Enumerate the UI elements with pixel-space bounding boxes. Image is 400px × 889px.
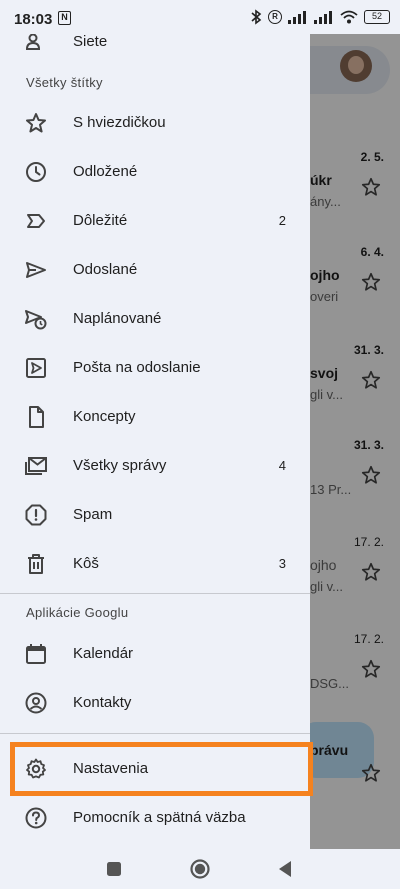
spam-icon — [25, 504, 47, 526]
drawer-item-label: Naplánované — [73, 310, 162, 327]
drawer-item-help[interactable]: Pomocník a spätná väzba — [0, 794, 310, 842]
drawer-item-label: S hviezdičkou — [73, 114, 166, 131]
drawer-item-sent[interactable]: Odoslané — [0, 246, 310, 294]
outbox-icon — [26, 358, 46, 378]
drawer-item-label: Pomocník a spätná väzba — [73, 809, 246, 826]
nfc-icon: N — [58, 11, 71, 25]
trash-icon — [28, 554, 44, 574]
drawer-item-spam[interactable]: Spam — [0, 491, 310, 539]
signal-icon-2 — [314, 11, 332, 24]
drawer-item-label: Dôležité — [73, 212, 128, 229]
drawer-item-calendar[interactable]: Kalendár — [0, 630, 310, 678]
wifi-icon — [340, 10, 358, 24]
status-time: 18:03 — [14, 11, 53, 28]
drawer-item-starred[interactable]: S hviezdičkou — [0, 99, 310, 147]
star-icon — [26, 113, 46, 133]
drawer-item-outbox[interactable]: Pošta na odoslanie — [0, 344, 310, 392]
home-icon[interactable] — [188, 857, 212, 881]
help-icon — [25, 807, 47, 829]
drawer-item-drafts[interactable]: Koncepty — [0, 393, 310, 441]
gear-icon — [26, 758, 46, 779]
signal-icon — [288, 11, 306, 24]
status-bar: 18:03 N R 52 — [0, 0, 400, 34]
drawer-item-label: Odoslané — [73, 261, 138, 278]
section-label-google-apps: Aplikácie Googlu — [26, 605, 129, 620]
registered-icon: R — [268, 10, 282, 24]
system-nav-bar — [0, 849, 400, 889]
status-icons: R 52 — [250, 9, 390, 25]
drawer-item-label: Nastavenia — [73, 760, 149, 777]
draft-icon — [29, 406, 44, 428]
drawer-item-all-mail[interactable]: Všetky správy 4 — [0, 442, 310, 490]
drawer-item-contacts[interactable]: Kontakty — [0, 679, 310, 727]
recents-icon[interactable] — [102, 857, 126, 881]
contacts-icon — [25, 692, 47, 714]
drawer-item-scheduled[interactable]: Naplánované — [0, 295, 310, 343]
divider — [0, 593, 310, 594]
drawer-item-settings[interactable]: Nastavenia — [0, 745, 310, 793]
divider — [0, 733, 310, 734]
battery-icon: 52 — [364, 10, 390, 24]
drawer-item-label: Kontakty — [73, 694, 132, 711]
drawer-item-trash[interactable]: Kôš 3 — [0, 540, 310, 588]
drawer-item-count: 2 — [278, 213, 286, 228]
drawer-item-label: Spam — [73, 506, 113, 523]
schedule-send-icon — [25, 310, 47, 330]
drawer-item-social[interactable]: Siete — [0, 34, 310, 66]
people-icon — [25, 34, 41, 50]
navigation-drawer: Siete Všetky štítky S hviezdičkou Odlože… — [0, 34, 310, 849]
calendar-icon — [26, 644, 46, 664]
drawer-item-label: Všetky správy — [73, 457, 167, 474]
all-mail-icon — [25, 457, 47, 475]
drawer-item-label: Siete — [73, 34, 108, 50]
send-icon — [26, 262, 46, 278]
bluetooth-icon — [251, 9, 262, 25]
clock-icon — [26, 162, 46, 182]
label-important-icon — [27, 214, 45, 228]
drawer-item-important[interactable]: Dôležité 2 — [0, 197, 310, 245]
drawer-item-count: 3 — [278, 556, 286, 571]
section-label-all-labels: Všetky štítky — [26, 75, 103, 90]
drawer-item-label: Koncepty — [73, 408, 136, 425]
drawer-item-snoozed[interactable]: Odložené — [0, 148, 310, 196]
drawer-item-label: Kôš — [73, 555, 99, 572]
drawer-item-count: 4 — [278, 458, 286, 473]
drawer-item-label: Kalendár — [73, 645, 134, 662]
drawer-item-label: Pošta na odoslanie — [73, 359, 201, 376]
back-icon[interactable] — [274, 857, 298, 881]
drawer-item-label: Odložené — [73, 163, 138, 180]
